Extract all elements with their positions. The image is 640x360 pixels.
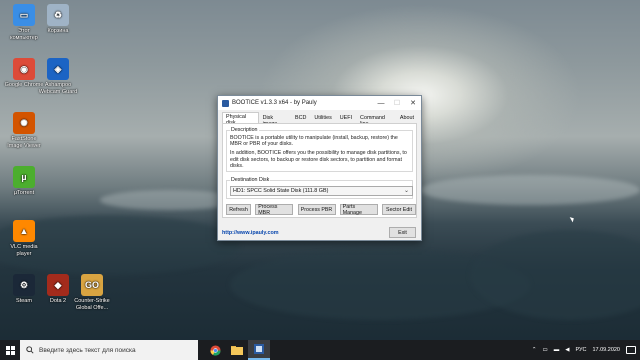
action-buttons: Refresh Process MBR Process PBR Parts Ma… xyxy=(226,204,416,216)
steam-icon: ⚙ xyxy=(13,274,35,296)
destination-disk-group: Destination Disk HD1: SPCC Solid State D… xyxy=(226,177,413,199)
tab-command-line[interactable]: Command line xyxy=(356,113,396,127)
maximize-icon[interactable]: ☐ xyxy=(389,96,405,110)
window-title: BOOTICE v1.3.3 x64 - by Pauly xyxy=(232,100,317,106)
physical-disk-panel: Description BOOTICE is a portable utilit… xyxy=(222,123,417,218)
folder-icon xyxy=(231,346,243,355)
close-icon[interactable]: ✕ xyxy=(405,96,421,110)
process-pbr-button[interactable]: Process PBR xyxy=(297,204,336,215)
recycle-bin-icon: ♻ xyxy=(47,4,69,26)
bootice-taskbar-icon xyxy=(254,344,264,354)
taskbar-bootice[interactable] xyxy=(248,340,270,360)
desktop-icon-utorrent[interactable]: µ µTorrent xyxy=(4,166,44,197)
description-paragraph-2: In addition, BOOTICE offers you the poss… xyxy=(230,150,407,169)
battery-icon[interactable]: ▭ xyxy=(543,347,548,353)
tab-physical-disk[interactable]: Physical disk xyxy=(222,112,259,126)
tab-uefi[interactable]: UEFI xyxy=(336,113,356,123)
refresh-button[interactable]: Refresh xyxy=(226,204,251,215)
taskbar: Введите здесь текст для поиска ⌃ ▭ ▬ ◀ Р… xyxy=(0,340,640,360)
exit-button[interactable]: Exit xyxy=(389,227,416,238)
description-paragraph-1: BOOTICE is a portable utility to manipul… xyxy=(230,135,398,148)
search-placeholder: Введите здесь текст для поиска xyxy=(39,346,136,354)
vlc-media-player-icon: ▲ xyxy=(13,220,35,242)
this-pc-icon: ▭ xyxy=(13,4,35,26)
tab-bcd[interactable]: BCD xyxy=(291,113,310,123)
minimize-icon[interactable]: — xyxy=(373,96,389,110)
desktop-icon-faststone-image-viewer[interactable]: ✺ FastStone Image Viewer xyxy=(4,112,44,149)
google-chrome-icon: ◉ xyxy=(13,58,35,80)
parts-manage-button[interactable]: Parts Manage xyxy=(339,204,378,216)
clock[interactable]: 17.09.2020 xyxy=(592,347,620,354)
mouse-cursor-icon xyxy=(569,215,576,223)
show-hidden-icons-icon[interactable]: ⌃ xyxy=(532,347,537,353)
clock-date: 17.09.2020 xyxy=(592,346,620,353)
desktop-icon-recycle-bin[interactable]: ♻ Корзина xyxy=(38,4,78,35)
desktop-icon-counter-strike-go[interactable]: GO Counter-Strike Global Offe... xyxy=(72,274,112,311)
sector-edit-button[interactable]: Sector Edit xyxy=(382,204,416,215)
destination-disk-value: HD1: SPCC Solid State Disk (111.8 GB) xyxy=(233,188,329,194)
counter-strike-go-icon: GO xyxy=(81,274,103,296)
desktop-icon-label: Counter-Strike Global Offe... xyxy=(74,298,110,311)
windows-logo-icon xyxy=(5,345,15,355)
description-label: Description xyxy=(230,127,259,133)
bootice-app-icon xyxy=(222,99,229,107)
search-icon xyxy=(26,346,34,354)
destination-disk-label: Destination Disk xyxy=(230,177,271,183)
tab-disk-image[interactable]: Disk image xyxy=(259,113,291,127)
desktop-icon-label: Корзина xyxy=(47,28,69,34)
title-bar[interactable]: BOOTICE v1.3.3 x64 - by Pauly — ☐ ✕ xyxy=(218,96,421,110)
notifications-icon[interactable] xyxy=(626,346,636,354)
tab-strip: Physical disk Disk image BCD Utilities U… xyxy=(218,110,421,127)
process-mbr-button[interactable]: Process MBR xyxy=(255,204,294,216)
utorrent-icon: µ xyxy=(13,166,35,188)
desktop-icon-ashampoo-webcam-guard[interactable]: ◈ Ashampoo Webcam Guard xyxy=(38,58,78,95)
system-tray: ⌃ ▭ ▬ ◀ РУС 17.09.2020 xyxy=(529,340,640,360)
taskbar-search-box[interactable]: Введите здесь текст для поиска xyxy=(20,340,198,360)
desktop-icon-label: FastStone Image Viewer xyxy=(7,136,41,149)
tab-about[interactable]: About xyxy=(396,113,418,123)
desktop-icon-label: Ashampoo Webcam Guard xyxy=(38,82,78,95)
chrome-icon xyxy=(209,344,221,356)
bootice-window: BOOTICE v1.3.3 x64 - by Pauly — ☐ ✕ Phys… xyxy=(217,95,422,241)
website-link[interactable]: http://www.ipauly.com xyxy=(222,230,279,236)
taskbar-file-explorer[interactable] xyxy=(226,340,248,360)
dota-2-icon: ◆ xyxy=(47,274,69,296)
wallpaper-wave xyxy=(420,175,640,205)
description-group: Description BOOTICE is a portable utilit… xyxy=(226,127,413,172)
destination-disk-select[interactable]: HD1: SPCC Solid State Disk (111.8 GB) ⌄ xyxy=(230,186,413,196)
faststone-image-viewer-icon: ✺ xyxy=(13,112,35,134)
tab-utilities[interactable]: Utilities xyxy=(310,113,335,123)
start-button[interactable] xyxy=(0,340,20,360)
desktop-icon-label: µTorrent xyxy=(13,190,35,196)
volume-icon[interactable]: ◀ xyxy=(565,347,569,353)
desktop-icon-vlc-media-player[interactable]: ▲ VLC media player xyxy=(4,220,44,257)
chevron-down-icon: ⌄ xyxy=(403,188,409,194)
taskbar-chrome[interactable] xyxy=(204,340,226,360)
ashampoo-webcam-guard-icon: ◈ xyxy=(47,58,69,80)
description-text: BOOTICE is a portable utility to manipul… xyxy=(230,135,408,172)
language-indicator[interactable]: РУС xyxy=(575,347,586,353)
desktop-icon-label: VLC media player xyxy=(10,244,38,257)
network-icon[interactable]: ▬ xyxy=(554,347,560,353)
